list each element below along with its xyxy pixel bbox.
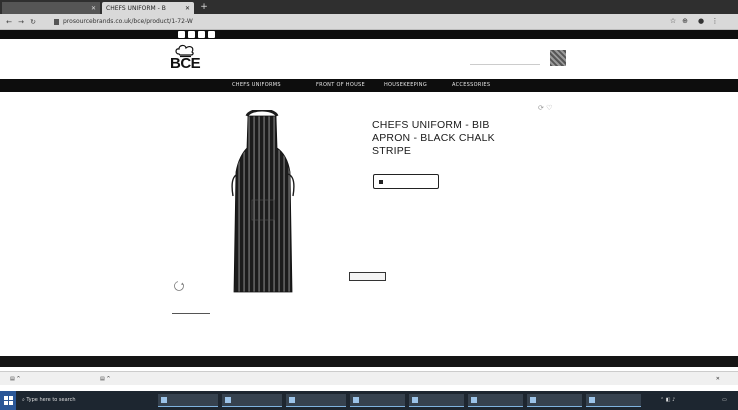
- url-field[interactable]: prosourcebrands.co.uk/bce/product/1-72-W: [54, 16, 394, 27]
- star-icon[interactable]: ☆: [668, 16, 678, 27]
- system-tray-icons[interactable]: ⌃ ◧ ♪: [660, 394, 675, 407]
- show-all-downloads[interactable]: ✕: [690, 374, 720, 384]
- close-icon[interactable]: ✕: [716, 376, 720, 382]
- twitter-icon[interactable]: [188, 31, 195, 38]
- thumbnail-indicator: [172, 313, 210, 314]
- thumbnail-label[interactable]: [172, 317, 232, 325]
- instagram-icon[interactable]: [198, 31, 205, 38]
- taskbar-search[interactable]: ⌕ Type here to search: [22, 395, 142, 406]
- linkedin-icon[interactable]: [208, 31, 215, 38]
- download-item[interactable]: ▤ ^: [10, 374, 21, 384]
- back-icon[interactable]: ←: [4, 17, 14, 27]
- site-top-bar: [0, 30, 738, 39]
- close-tab-icon[interactable]: ✕: [91, 5, 96, 12]
- extensions-icon[interactable]: ⊕: [680, 16, 690, 27]
- product-code: [372, 200, 512, 207]
- lock-icon: [54, 18, 59, 25]
- envelope-icon: [379, 179, 383, 184]
- site-search-input[interactable]: [470, 54, 540, 65]
- facebook-icon[interactable]: [178, 31, 185, 38]
- download-bar: ▤ ^ ▤ ^ ✕: [0, 371, 738, 385]
- footer-left-text: [40, 356, 100, 367]
- chevron-up-icon[interactable]: ^: [106, 376, 110, 382]
- taskbar-app[interactable]: [527, 394, 582, 407]
- footer-center-text: [280, 356, 480, 367]
- tab-label: CHEFS UNIFORM - B: [106, 4, 166, 12]
- url-text: prosourcebrands.co.uk/bce/product/1-72-W: [63, 18, 193, 25]
- site-header: [0, 39, 738, 79]
- nav-item-housekeeping[interactable]: HOUSEKEEPING: [384, 79, 427, 92]
- topbar-contact[interactable]: [478, 30, 568, 39]
- nav-item-accessories[interactable]: ACCESSORIES: [452, 79, 490, 92]
- breadcrumb[interactable]: [372, 109, 492, 116]
- enquire-button[interactable]: [373, 174, 439, 189]
- reload-icon[interactable]: ↻: [28, 17, 38, 27]
- colour-swatch[interactable]: [349, 272, 386, 281]
- taskbar-app[interactable]: [409, 394, 464, 407]
- windows-start-icon[interactable]: [0, 391, 16, 410]
- download-item[interactable]: ▤ ^: [100, 374, 111, 384]
- taskbar-app[interactable]: [468, 394, 523, 407]
- menu-icon[interactable]: ⋮: [710, 16, 720, 27]
- browser-tab-strip: ✕ CHEFS UNIFORM - B ✕ +: [0, 0, 738, 14]
- site-footer: [0, 356, 738, 367]
- taskbar-app[interactable]: [286, 394, 346, 407]
- product-image[interactable]: [230, 110, 296, 294]
- product-size: [372, 221, 512, 228]
- product-note: [172, 336, 282, 343]
- browser-address-bar: ← → ↻ prosourcebrands.co.uk/bce/product/…: [0, 14, 738, 30]
- product-title: CHEFS UNIFORM - BIB APRON - BLACK CHALK …: [372, 119, 502, 171]
- product-title-line: CHEFS UNIFORM - BIB: [372, 119, 490, 131]
- nav-item-chefs-uniforms[interactable]: CHEFS UNIFORMS: [232, 79, 281, 92]
- taskbar-app[interactable]: [158, 394, 218, 407]
- close-tab-icon[interactable]: ✕: [185, 5, 190, 12]
- new-tab-icon[interactable]: +: [198, 2, 210, 12]
- share-icons[interactable]: ⟳ ♡: [538, 103, 564, 113]
- basket-icon[interactable]: [550, 50, 566, 66]
- taskbar-app[interactable]: [350, 394, 405, 407]
- site-logo[interactable]: BCE: [170, 56, 202, 72]
- main-nav: CHEFS UNIFORMS FRONT OF HOUSE HOUSEKEEPI…: [0, 79, 738, 92]
- product-colour: [372, 210, 512, 217]
- profile-icon[interactable]: ●: [696, 16, 706, 27]
- nav-item-front-of-house[interactable]: FRONT OF HOUSE: [316, 79, 365, 92]
- taskbar-app[interactable]: [222, 394, 282, 407]
- taskbar-app[interactable]: [586, 394, 641, 407]
- taskbar: ⌕ Type here to search ⌃ ◧ ♪ ▭: [0, 391, 738, 410]
- product-title-line: APRON - BLACK CHALK: [372, 132, 495, 144]
- notification-icon[interactable]: ▭: [722, 394, 727, 407]
- product-title-line: STRIPE: [372, 145, 412, 157]
- browser-tab-active[interactable]: CHEFS UNIFORM - B ✕: [102, 2, 194, 14]
- browser-tab[interactable]: ✕: [2, 2, 100, 14]
- chevron-up-icon[interactable]: ^: [16, 376, 20, 382]
- forward-icon[interactable]: →: [16, 17, 26, 27]
- rotate-360-icon[interactable]: [173, 280, 185, 292]
- taskbar-search-label: Type here to search: [26, 397, 76, 403]
